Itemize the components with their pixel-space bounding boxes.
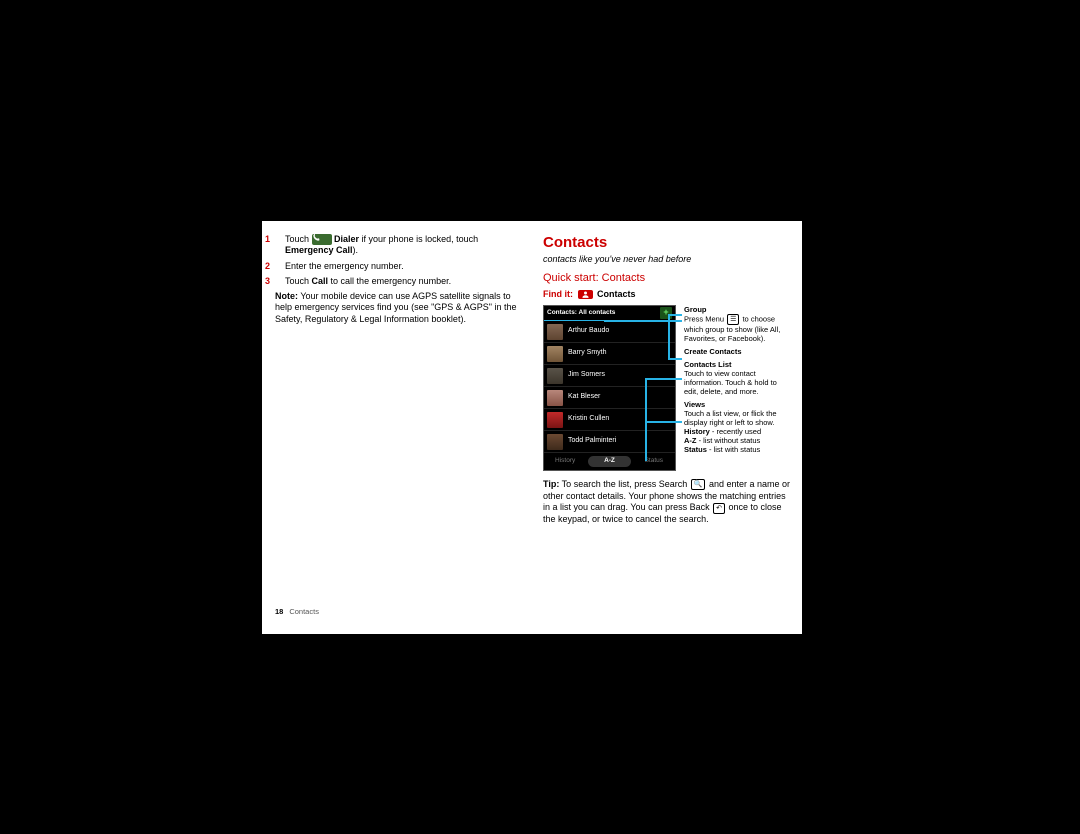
callout-line <box>668 314 682 316</box>
contact-row: Jim Somers <box>544 365 675 387</box>
contact-row: Kat Bleser <box>544 387 675 409</box>
text: if your phone is locked, touch <box>359 234 478 244</box>
avatar <box>547 368 563 384</box>
page-number: 18 <box>275 607 283 616</box>
quick-start-heading: Quick start: Contacts <box>543 272 792 286</box>
phone-tabs: History A-Z Status <box>544 453 675 470</box>
phone-header: Contacts: All contacts + <box>544 306 675 321</box>
back-key-icon: ↶ <box>713 503 725 514</box>
callout-line <box>645 449 647 461</box>
anno-group-heading: Group <box>684 305 707 314</box>
step-number: 3 <box>275 276 285 287</box>
contact-row: Kristin Cullen <box>544 409 675 431</box>
step-2: 2Enter the emergency number. <box>275 261 519 272</box>
text: to call the emergency number. <box>328 276 451 286</box>
text: Touch to view contact information. Touch… <box>684 369 777 396</box>
page-subtitle: contacts like you've never had before <box>543 254 792 265</box>
call-label: Call <box>312 276 329 286</box>
manual-page: 1Touch Dialer if your phone is locked, t… <box>262 221 802 634</box>
contacts-icon <box>578 290 593 299</box>
right-column: Contacts contacts like you've never had … <box>541 234 792 624</box>
text: Touch a list view, or flick the display … <box>684 409 777 427</box>
left-column: 1Touch Dialer if your phone is locked, t… <box>272 234 521 624</box>
callout-line <box>645 378 647 450</box>
step-1: 1Touch Dialer if your phone is locked, t… <box>275 234 519 257</box>
text: ). <box>353 245 359 255</box>
section-label: Contacts <box>289 607 319 616</box>
anno-status: Status <box>684 445 707 454</box>
avatar <box>547 412 563 428</box>
phone-mockup: Contacts: All contacts + Arthur Baudo Ba… <box>543 305 676 471</box>
avatar <box>547 434 563 450</box>
avatar <box>547 390 563 406</box>
text: Enter the emergency number. <box>285 261 404 271</box>
contact-row: Barry Smyth <box>544 343 675 365</box>
text: - list with status <box>707 445 760 454</box>
dialer-label: Dialer <box>332 234 360 244</box>
text: Press Menu <box>684 314 726 323</box>
phone-illustration-block: Contacts: All contacts + Arthur Baudo Ba… <box>543 305 792 471</box>
note-lead: Note: <box>275 291 298 301</box>
tab-history: History <box>544 457 586 465</box>
menu-key-icon: ☰ <box>727 314 739 325</box>
note-body: Your mobile device can use AGPS satellit… <box>275 291 517 324</box>
dialer-key-icon <box>312 234 332 245</box>
text: Touch <box>285 276 312 286</box>
tab-status: Status <box>633 457 675 465</box>
tab-az: A-Z <box>588 456 630 466</box>
text: Touch <box>285 234 312 244</box>
contact-name: Todd Palminteri <box>568 437 672 446</box>
callout-line <box>668 358 682 360</box>
contact-row: Arthur Baudo <box>544 321 675 343</box>
tip-lead: Tip: <box>543 479 559 489</box>
note-paragraph: Note: Your mobile device can use AGPS sa… <box>275 291 519 325</box>
avatar <box>547 346 563 362</box>
contact-name: Kristin Cullen <box>568 415 672 424</box>
find-it-line: Find it: Contacts <box>543 289 792 300</box>
text: To search the list, press Search <box>559 479 689 489</box>
callout-line <box>604 320 682 322</box>
text: - list without status <box>697 436 761 445</box>
callout-line <box>645 421 682 423</box>
step-number: 1 <box>275 234 285 245</box>
contact-name: Barry Smyth <box>568 349 672 358</box>
find-it-target: Contacts <box>597 289 636 299</box>
anno-create-heading: Create Contacts <box>684 347 792 356</box>
contact-name: Kat Bleser <box>568 393 672 402</box>
step-3: 3Touch Call to call the emergency number… <box>275 276 519 287</box>
anno-az: A-Z <box>684 436 697 445</box>
avatar <box>547 324 563 340</box>
tip-paragraph: Tip: To search the list, press Search 🔍 … <box>543 479 792 526</box>
page-footer: 18 Contacts <box>275 607 319 616</box>
anno-views-heading: Views <box>684 400 705 409</box>
callout-line <box>645 378 682 380</box>
anno-history: History <box>684 427 710 436</box>
contact-row: Todd Palminteri <box>544 431 675 453</box>
add-contact-icon: + <box>660 307 672 319</box>
anno-list-heading: Contacts List <box>684 360 732 369</box>
contact-name: Arthur Baudo <box>568 327 672 336</box>
page-title: Contacts <box>543 234 792 253</box>
text: - recently used <box>710 427 761 436</box>
find-it-label: Find it: <box>543 289 573 299</box>
phone-header-title: Contacts: All contacts <box>547 309 615 317</box>
annotations: Group Press Menu ☰ to choose which group… <box>684 305 792 458</box>
search-key-icon: 🔍 <box>691 479 706 490</box>
emergency-call-label: Emergency Call <box>285 245 353 255</box>
step-number: 2 <box>275 261 285 272</box>
callout-line <box>668 314 670 358</box>
